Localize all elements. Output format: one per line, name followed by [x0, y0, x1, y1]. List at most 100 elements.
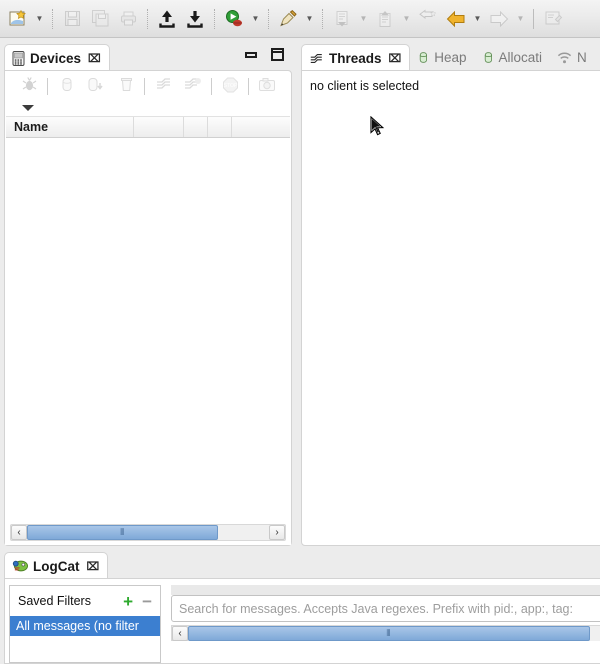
new-file-icon [9, 9, 26, 25]
scroll-right-arrow[interactable]: › [269, 525, 285, 540]
back-button[interactable] [442, 4, 470, 34]
scroll-left-arrow[interactable]: ‹ [11, 525, 27, 540]
close-icon[interactable]: ⌧ [87, 560, 100, 573]
trash-gc-icon [120, 78, 132, 91]
scroll-track[interactable]: ⫴ [188, 625, 600, 641]
scroll-thumb[interactable]: ⫴ [188, 625, 590, 641]
dump-hprof-icon [88, 78, 103, 91]
chevron-down-icon: ▼ [251, 13, 260, 23]
method-profiling-icon [185, 78, 201, 89]
download-icon [187, 10, 203, 28]
maximize-icon[interactable] [271, 48, 284, 61]
devices-horizontal-scrollbar[interactable]: ‹ ⫴ › [10, 524, 286, 541]
view-menu-button[interactable] [5, 101, 291, 113]
next-annotation-icon [379, 10, 391, 27]
logcat-search-area: ‹ ⫴ [171, 585, 600, 663]
scroll-track[interactable]: ⫴ [27, 525, 269, 540]
column-header-5[interactable] [232, 117, 290, 137]
mouse-pointer [370, 115, 386, 141]
forward-dropdown: ▼ [513, 4, 528, 34]
tab-network-statistics[interactable]: N [550, 44, 587, 71]
stop-process-button: STOP [215, 76, 245, 96]
run-dropdown[interactable]: ▼ [248, 4, 263, 34]
tab-devices[interactable]: Devices ⌧ [4, 44, 110, 71]
screen-capture-button [252, 76, 282, 96]
remove-filter-button[interactable]: − [142, 593, 152, 610]
logcat-tabrow: LogCat ⌧ [4, 552, 600, 579]
close-icon[interactable]: ⌧ [389, 52, 402, 65]
push-file-button[interactable] [153, 4, 181, 34]
threads-icon [310, 53, 322, 63]
threads-empty-message: no client is selected [310, 79, 420, 93]
close-icon[interactable]: ⌧ [88, 52, 101, 65]
forward-arrow-icon [490, 10, 509, 27]
list-item[interactable]: All messages (no filter [10, 616, 160, 636]
saved-filters-header: Saved Filters + − [10, 586, 160, 616]
logcat-body: Saved Filters + − All messages (no filte… [4, 578, 600, 664]
upload-icon [159, 10, 175, 28]
logcat-toolbar-strip [171, 585, 600, 595]
tab-threads[interactable]: Threads ⌧ [301, 44, 411, 71]
device-phone-icon [12, 50, 25, 66]
start-method-profiling-button [178, 76, 208, 96]
pull-file-button[interactable] [181, 4, 209, 34]
separator [47, 77, 48, 95]
tab-logcat-label: LogCat [33, 558, 80, 574]
minimize-icon[interactable] [245, 51, 257, 58]
chevron-down-icon: ▼ [516, 13, 525, 23]
scroll-thumb[interactable]: ⫴ [27, 525, 219, 540]
back-dropdown[interactable]: ▼ [470, 4, 485, 34]
column-header-4[interactable] [208, 117, 232, 137]
threads-view: Threads ⌧ Heap Allocati N no client is s… [301, 44, 600, 546]
new-dropdown[interactable]: ▼ [32, 4, 47, 34]
svg-text:STOP: STOP [223, 83, 238, 89]
chevron-down-icon: ▼ [473, 13, 482, 23]
separator-2 [147, 8, 148, 29]
update-threads-button [148, 76, 178, 96]
save-all-button [86, 4, 114, 34]
separator-3 [214, 8, 215, 29]
tab-allocation-tracker-label: Allocati [498, 50, 543, 65]
tab-network-statistics-label: N [577, 50, 587, 65]
logcat-horizontal-scrollbar[interactable]: ‹ ⫴ [171, 625, 600, 641]
new-wizard-button[interactable] [4, 4, 32, 34]
main-toolbar: ▼ ▼ ▼ ▼ ▼ ▼ ▼ [0, 0, 600, 38]
forward-button [485, 4, 513, 34]
debug-bug-icon [22, 77, 36, 91]
tab-allocation-tracker[interactable]: Allocati [475, 44, 551, 71]
tab-devices-label: Devices [30, 50, 82, 66]
external-tools-dropdown[interactable]: ▼ [302, 4, 317, 34]
dump-hprof-button [81, 76, 111, 96]
separator [144, 77, 145, 95]
column-header-3[interactable] [184, 117, 208, 137]
add-filter-button[interactable]: + [123, 593, 133, 610]
tab-logcat[interactable]: LogCat ⌧ [4, 552, 109, 579]
external-tools-button[interactable] [274, 4, 302, 34]
previous-annotation-icon [336, 10, 348, 26]
scroll-left-arrow[interactable]: ‹ [172, 625, 188, 641]
chevron-down-icon: ▼ [305, 13, 314, 23]
print-icon [120, 11, 136, 26]
run-button[interactable] [220, 4, 248, 34]
next-annotation-dropdown: ▼ [399, 4, 414, 34]
saved-filters-title: Saved Filters [18, 594, 91, 608]
separator [248, 77, 249, 95]
previous-annotation-dropdown: ▼ [356, 4, 371, 34]
search-input[interactable] [171, 595, 600, 622]
devices-table-body[interactable] [5, 138, 291, 545]
saved-filters-panel: Saved Filters + − All messages (no filte… [9, 585, 161, 663]
tab-heap[interactable]: Heap [410, 44, 474, 71]
run-icon [226, 9, 242, 26]
save-all-icon [91, 10, 108, 27]
back-arrow-icon [446, 10, 465, 27]
last-edit-location-button [414, 4, 442, 34]
logcat-view: LogCat ⌧ Saved Filters + − All messages … [4, 552, 600, 664]
chevron-down-icon: ▼ [359, 13, 368, 23]
update-heap-button [51, 76, 81, 96]
heap-icon [420, 52, 428, 63]
column-header-2[interactable] [134, 117, 184, 137]
tab-heap-label: Heap [434, 50, 467, 65]
print-button [114, 4, 142, 34]
column-header-name[interactable]: Name [6, 117, 134, 137]
separator-7 [533, 8, 534, 29]
